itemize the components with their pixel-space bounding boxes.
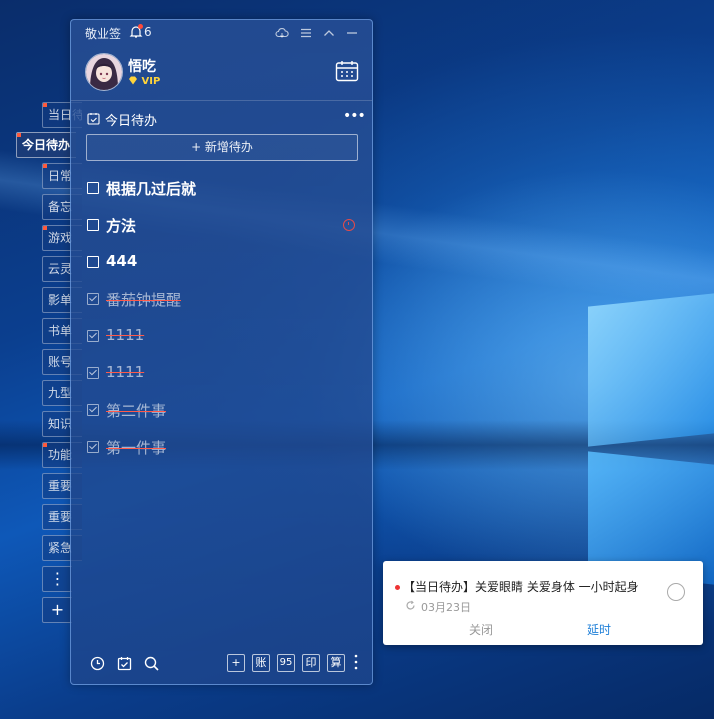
title-bar[interactable]: 敬业签 6 [71, 20, 372, 46]
bottom-toolbar: + 账 95 印 算 [71, 648, 372, 678]
side-tab-label: 知识 [48, 417, 73, 431]
cloud-sync-icon[interactable] [275, 26, 289, 40]
side-tab-label: 影单 [48, 293, 73, 307]
side-tab-label: 日常 [48, 169, 73, 183]
side-tab-label: 云灵 [48, 262, 73, 276]
menu-icon[interactable] [299, 26, 313, 40]
task-checkbox-checked[interactable] [87, 367, 99, 379]
task-checkbox[interactable] [87, 182, 99, 194]
app-title: 敬业签 [85, 27, 122, 41]
side-more-icon[interactable]: ⋮ [42, 566, 72, 592]
calculator-tool-button[interactable]: 算 [327, 654, 345, 672]
side-tab-label: 书单 [48, 324, 73, 338]
minimize-icon[interactable] [345, 26, 359, 40]
side-tab-label: 备忘 [48, 200, 73, 214]
unread-dot [395, 585, 400, 590]
snooze-button[interactable]: 延时 [587, 621, 611, 638]
avatar-image [86, 54, 122, 90]
side-tab-label: 重要 [48, 510, 73, 524]
task-checkbox[interactable] [87, 219, 99, 231]
vip-badge: VIP [128, 76, 160, 87]
notification-count: 6 [144, 25, 152, 39]
todo-panel: 敬业签 6 悟吃 VIP 今日待办 ••• + 新增待办 根据几过后就 方法 4… [70, 19, 373, 685]
side-tab-label: 九型 [48, 386, 73, 400]
side-tab-active[interactable]: 今日待办 [16, 132, 76, 158]
task-text[interactable]: 第一件事 [106, 437, 166, 458]
task-checkbox-checked[interactable] [87, 293, 99, 305]
task-checkbox-checked[interactable] [87, 330, 99, 342]
side-tab-label: 今日待办 [22, 138, 71, 152]
diamond-icon [129, 76, 137, 85]
task-text[interactable]: 444 [106, 252, 137, 270]
reminder-message: 【当日待办】关爱眼睛 关爱身体 一小时起身 [403, 580, 639, 594]
task-checkbox-checked[interactable] [87, 404, 99, 416]
task-item-completed[interactable]: 第二件事 [87, 400, 357, 422]
task-text[interactable]: 根据几过后就 [106, 178, 196, 199]
search-icon[interactable] [144, 656, 159, 671]
number-tool-button[interactable]: 95 [277, 654, 295, 672]
add-todo-button[interactable]: + 新增待办 [86, 134, 358, 161]
notification-dot [138, 24, 143, 29]
complete-circle-button[interactable] [667, 583, 685, 601]
task-item-completed[interactable]: 第一件事 [87, 437, 357, 459]
calendar-icon[interactable] [335, 60, 359, 82]
side-tab-label: 功能 [48, 448, 73, 462]
completed-tasks-icon[interactable] [117, 656, 132, 671]
side-tab-label: 账号 [48, 355, 73, 369]
username: 悟吃 [128, 59, 156, 75]
task-item[interactable]: 方法 [87, 215, 357, 237]
print-tool-button[interactable]: 印 [302, 654, 320, 672]
task-item-completed[interactable]: 1111 [87, 326, 357, 348]
windows-logo-pane-top [588, 293, 714, 447]
collapse-icon[interactable] [322, 26, 336, 40]
avatar[interactable] [85, 53, 123, 91]
task-text[interactable]: 第二件事 [106, 400, 166, 421]
vip-label: VIP [141, 76, 161, 87]
more-vertical-icon[interactable] [354, 654, 358, 670]
side-add-icon[interactable]: + [42, 597, 72, 623]
reminder-date: 03月23日 [421, 601, 471, 614]
side-tab-label: 重要 [48, 479, 73, 493]
task-checkbox[interactable] [87, 256, 99, 268]
add-tool-button[interactable]: + [227, 654, 245, 672]
task-text[interactable]: 1111 [106, 326, 144, 344]
task-item[interactable]: 根据几过后就 [87, 178, 357, 200]
reminder-popup: 【当日待办】关爱眼睛 关爱身体 一小时起身 03月23日 关闭 延时 [383, 561, 703, 645]
task-text[interactable]: 方法 [106, 215, 136, 236]
task-checkbox-checked[interactable] [87, 441, 99, 453]
close-button[interactable]: 关闭 [469, 621, 493, 638]
side-tab-label: 游戏 [48, 231, 73, 245]
account-tool-button[interactable]: 账 [252, 654, 270, 672]
list-title: 今日待办 [105, 114, 158, 129]
alarm-clock-icon[interactable] [343, 219, 355, 231]
todo-check-icon [87, 113, 100, 125]
task-item-completed[interactable]: 1111 [87, 363, 357, 385]
side-tab-label: 紧急 [48, 541, 73, 555]
more-options-icon[interactable]: ••• [343, 108, 366, 124]
repeat-icon [406, 600, 415, 610]
task-item[interactable]: 444 [87, 252, 357, 274]
task-item-completed[interactable]: 番茄钟提醒 [87, 289, 357, 311]
task-text[interactable]: 番茄钟提醒 [106, 289, 181, 310]
task-text[interactable]: 1111 [106, 363, 144, 381]
divider [71, 100, 372, 101]
clock-icon[interactable] [90, 656, 105, 671]
